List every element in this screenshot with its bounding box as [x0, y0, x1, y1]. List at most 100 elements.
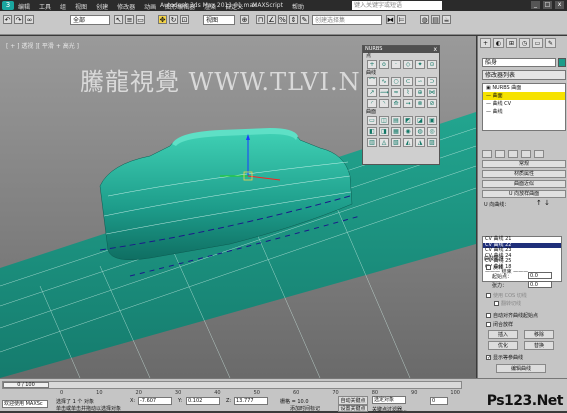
reference-coord-dropdown[interactable]: 视图 — [203, 15, 235, 25]
surface-tool-icon[interactable]: ▥ — [367, 138, 377, 147]
surface-tool-icon[interactable]: ◧ — [367, 127, 377, 136]
tab-utilities[interactable]: ✎ — [545, 38, 556, 48]
mirror-icon[interactable]: ⧓ — [386, 15, 395, 24]
maxscript-listener[interactable]: 欢迎使用 MAXSc — [2, 400, 48, 408]
nurbs-toolbox[interactable]: NURBS x 点 + o · ◇ ✦ ⊙ 曲线 ⌒ ∿ ○ ⊂ ∽ ⊃ ↗ ⟿ ≈ ⌇ ⊕ ⋈ ◜ ◝ ⟰ ⇝ ⊗ ⊘ 曲… — [362, 45, 440, 165]
modifier-list-dropdown[interactable]: 修改器列表 — [482, 70, 566, 80]
time-slider-thumb[interactable]: 0 / 100 — [3, 382, 49, 388]
percent-snap-icon[interactable]: % — [278, 15, 287, 24]
align-icon[interactable]: ⊨ — [397, 15, 406, 24]
point-tool-icon[interactable]: + — [367, 60, 377, 69]
reverse-checkbox[interactable]: 反转 — [486, 264, 503, 271]
auto-align-checkbox[interactable]: 自动对齐曲线起始点 — [486, 312, 538, 319]
point-tool-icon[interactable]: ◇ — [403, 60, 413, 69]
display-iso-checkbox[interactable]: ✓ 显示等参曲线 — [486, 354, 523, 361]
curve-tool-icon[interactable]: ⋈ — [427, 88, 437, 97]
snap-icon[interactable]: ⊓ — [256, 15, 265, 24]
surface-tool-icon[interactable]: ▦ — [391, 127, 401, 136]
nurbs-toolbox-title[interactable]: NURBS — [363, 46, 439, 53]
rollout-material[interactable]: 材质属性 — [482, 170, 566, 178]
rotate-icon[interactable]: ↻ — [169, 15, 178, 24]
insert-button[interactable]: 插入 — [488, 330, 518, 339]
rollout-u-loft[interactable]: U 向放样曲面 — [482, 190, 566, 198]
curve-tool-icon[interactable]: ⟰ — [391, 99, 401, 108]
curve-tool-icon[interactable]: ∽ — [415, 77, 425, 86]
close-loft-checkbox[interactable]: 闭合放样 — [486, 321, 513, 328]
angle-snap-icon[interactable]: ∠ — [267, 15, 276, 24]
current-frame-field[interactable]: 0 — [430, 397, 448, 405]
surface-tool-icon[interactable]: ▤ — [391, 116, 401, 125]
remove-modifier-icon[interactable] — [521, 150, 531, 158]
render-icon[interactable]: ☕ — [442, 15, 451, 24]
show-end-result-icon[interactable] — [495, 150, 505, 158]
close-icon[interactable]: x — [433, 46, 437, 53]
tab-hierarchy[interactable]: ⊞ — [506, 38, 517, 48]
surface-tool-icon[interactable]: ▭ — [367, 116, 377, 125]
curve-tool-icon[interactable]: ⌒ — [367, 77, 377, 86]
pivot-icon[interactable]: ⊕ — [240, 15, 249, 24]
menu-views[interactable]: 视图 — [75, 2, 87, 11]
configure-sets-icon[interactable] — [534, 150, 544, 158]
curve-tool-icon[interactable]: ⊘ — [427, 99, 437, 108]
x-coord-field[interactable]: -7.607 — [138, 397, 172, 405]
rect-region-icon[interactable]: ▭ — [136, 15, 145, 24]
curve-tool-icon[interactable]: ≈ — [391, 88, 401, 97]
arrow-up-icon[interactable]: ↑ ↓ — [536, 199, 550, 207]
move-icon[interactable]: ✥ — [158, 15, 167, 24]
object-name-field[interactable]: 船身 — [482, 58, 556, 67]
curve-tool-icon[interactable]: ⟿ — [379, 88, 389, 97]
search-input[interactable]: 键入关键字或短语 — [352, 1, 442, 10]
curve-tool-icon[interactable]: ⇝ — [403, 99, 413, 108]
tab-create[interactable]: + — [480, 38, 491, 48]
surface-tool-icon[interactable]: ◮ — [415, 138, 425, 147]
tab-display[interactable]: ▭ — [532, 38, 543, 48]
redo-icon[interactable]: ↷ — [14, 15, 23, 24]
material-editor-icon[interactable]: ◍ — [420, 15, 429, 24]
rollout-general[interactable]: 常规 — [482, 160, 566, 168]
menu-create[interactable]: 创建 — [96, 2, 108, 11]
surface-tool-icon[interactable]: ◭ — [403, 138, 413, 147]
surface-tool-icon[interactable]: ◍ — [415, 127, 425, 136]
link-icon[interactable]: ∞ — [25, 15, 34, 24]
surface-tool-icon[interactable]: ◫ — [379, 116, 389, 125]
tab-modify[interactable]: ◐ — [493, 38, 504, 48]
refine-button[interactable]: 优化 — [488, 341, 518, 350]
surface-tool-icon[interactable]: ◩ — [403, 116, 413, 125]
key-mode-dropdown[interactable]: 选定对象 — [372, 396, 406, 404]
select-object-icon[interactable]: ↖ — [114, 15, 123, 24]
point-tool-icon[interactable]: · — [391, 60, 401, 69]
spinner-snap-icon[interactable]: ⇕ — [289, 15, 298, 24]
rollout-approx[interactable]: 曲面近似 — [482, 180, 566, 188]
surface-tool-icon[interactable]: ◬ — [379, 138, 389, 147]
stack-item-curve-cv[interactable]: — 曲线 CV — [483, 100, 565, 108]
curve-tool-icon[interactable]: ↗ — [367, 88, 377, 97]
menu-edit[interactable]: 编辑 — [18, 2, 30, 11]
start-point-input[interactable]: 0.0 — [528, 272, 552, 279]
curve-tool-icon[interactable]: ∿ — [379, 77, 389, 86]
object-color-swatch[interactable] — [558, 58, 566, 67]
remove-button[interactable]: 移除 — [524, 330, 554, 339]
menu-modifiers[interactable]: 修改器 — [117, 2, 135, 11]
menu-help[interactable]: 帮助 — [292, 2, 304, 11]
point-tool-icon[interactable]: o — [379, 60, 389, 69]
maximize-button[interactable]: □ — [543, 1, 552, 9]
z-coord-field[interactable]: 13.777 — [234, 397, 268, 405]
use-cos-checkbox[interactable]: 使用 COS 切线 — [486, 292, 527, 299]
selection-filter-dropdown[interactable]: 全部 — [70, 15, 110, 25]
point-tool-icon[interactable]: ✦ — [415, 60, 425, 69]
flip-tangent-checkbox[interactable]: 翻转切线 — [494, 300, 521, 307]
scale-icon[interactable]: ⊡ — [180, 15, 189, 24]
named-selection-icon[interactable]: ✎ — [300, 15, 309, 24]
surface-tool-icon[interactable]: ◎ — [427, 127, 437, 136]
surface-tool-icon[interactable]: ◉ — [403, 127, 413, 136]
curve-tool-icon[interactable]: ⊗ — [415, 99, 425, 108]
tab-motion[interactable]: ◷ — [519, 38, 530, 48]
time-slider[interactable]: 0 / 100 — [2, 381, 462, 389]
curve-tool-icon[interactable]: ◜ — [367, 99, 377, 108]
curve-tool-icon[interactable]: ○ — [391, 77, 401, 86]
surface-tool-icon[interactable]: ▧ — [391, 138, 401, 147]
surface-tool-icon[interactable]: ▣ — [427, 116, 437, 125]
replace-button[interactable]: 替换 — [524, 341, 554, 350]
auto-key-button[interactable]: 自动关键点 — [338, 396, 368, 405]
undo-icon[interactable]: ↶ — [3, 15, 12, 24]
